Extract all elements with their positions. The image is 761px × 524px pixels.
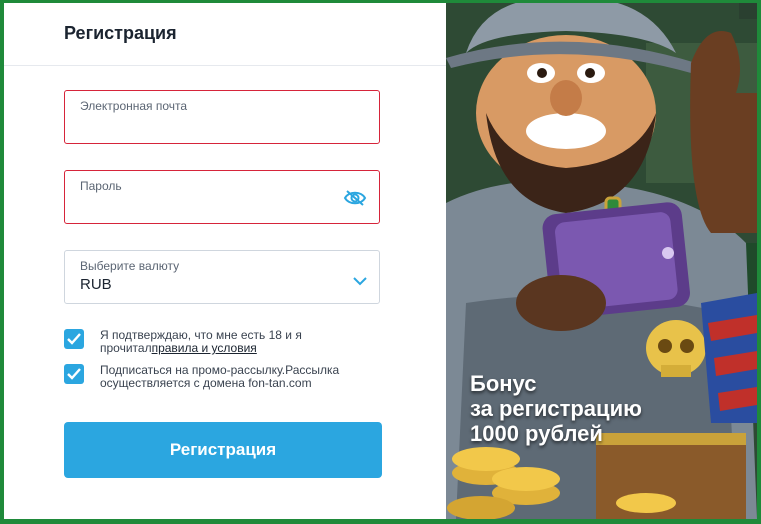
password-label: Пароль: [80, 179, 122, 193]
terms-link[interactable]: правила и условия: [152, 341, 257, 355]
checkmark-icon: [67, 368, 81, 380]
checkmark-icon: [67, 333, 81, 345]
promo-line-2: за регистрацию: [470, 396, 642, 421]
registration-form-panel: Регистрация Электронная почта Пароль Выб…: [4, 3, 446, 519]
registration-modal: Регистрация Электронная почта Пароль Выб…: [4, 3, 757, 519]
age-consent-text: Я подтверждаю, что мне есть 18 и я прочи…: [100, 329, 360, 355]
email-field[interactable]: Электронная почта: [64, 90, 380, 144]
currency-value: RUB: [80, 276, 112, 293]
page-title: Регистрация: [64, 23, 177, 43]
password-field[interactable]: Пароль: [64, 170, 380, 224]
currency-label: Выберите валюту: [80, 259, 180, 273]
password-input[interactable]: [79, 195, 333, 219]
newsletter-label: Подписаться на промо-рассылку.Рассылка о…: [100, 363, 340, 390]
age-consent-checkbox[interactable]: [64, 329, 84, 349]
close-icon[interactable]: [739, 3, 757, 19]
eye-slash-icon[interactable]: [343, 189, 367, 207]
promo-line-3: 1000 рублей: [470, 421, 603, 446]
email-label: Электронная почта: [80, 99, 188, 113]
newsletter-checkbox[interactable]: [64, 364, 84, 384]
promo-line-1: Бонус: [470, 371, 537, 396]
promo-banner: Бонус за регистрацию 1000 рублей: [470, 371, 642, 446]
email-input[interactable]: [79, 115, 333, 139]
chevron-down-icon[interactable]: [353, 273, 367, 286]
promo-panel: Бонус за регистрацию 1000 рублей: [446, 3, 757, 519]
modal-header: Регистрация: [4, 3, 446, 66]
register-button[interactable]: Регистрация: [64, 422, 382, 478]
currency-select[interactable]: Выберите валюту RUB: [64, 250, 380, 304]
